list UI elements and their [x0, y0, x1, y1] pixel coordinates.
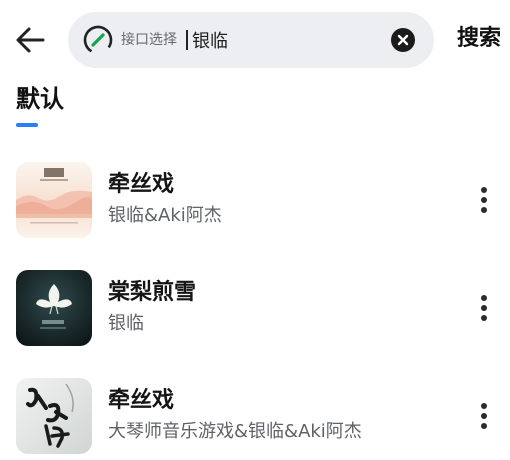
album-cover — [16, 162, 92, 238]
api-select-label[interactable]: 接口选择 — [121, 31, 177, 49]
arrow-left-icon — [16, 27, 45, 53]
search-divider — [186, 30, 188, 50]
song-title: 牵丝戏 — [108, 388, 175, 413]
more-options-button[interactable] — [470, 182, 498, 218]
song-row[interactable]: 牵丝戏 大琴师音乐游戏&银临&Aki阿杰 — [0, 378, 510, 460]
tab-default[interactable]: 默认 — [16, 84, 64, 114]
more-vertical-icon — [481, 187, 487, 193]
api-switch-icon[interactable] — [82, 24, 114, 56]
song-artist: 大琴师音乐游戏&银临&Aki阿杰 — [108, 421, 362, 442]
more-options-button[interactable] — [470, 290, 498, 326]
song-row[interactable]: 棠梨煎雪 银临 — [0, 270, 510, 354]
song-artist: 银临 — [108, 313, 144, 334]
more-options-button[interactable] — [470, 398, 498, 434]
song-title: 棠梨煎雪 — [108, 280, 197, 305]
song-title: 牵丝戏 — [108, 172, 175, 197]
search-input[interactable] — [192, 26, 382, 54]
song-artist: 银临&Aki阿杰 — [108, 205, 222, 226]
search-button[interactable]: 搜索 — [457, 24, 501, 54]
album-cover — [16, 270, 92, 346]
more-vertical-icon — [481, 295, 487, 301]
album-cover — [16, 378, 92, 454]
search-results-page: 接口选择 搜索 默认 — [0, 0, 510, 460]
back-button[interactable] — [8, 18, 52, 62]
song-row[interactable]: 牵丝戏 银临&Aki阿杰 — [0, 162, 510, 246]
more-vertical-icon — [481, 403, 487, 409]
clear-icon — [397, 34, 409, 46]
search-bar: 接口选择 — [68, 12, 434, 68]
tab-active-indicator — [16, 123, 38, 127]
clear-search-button[interactable] — [391, 28, 415, 52]
